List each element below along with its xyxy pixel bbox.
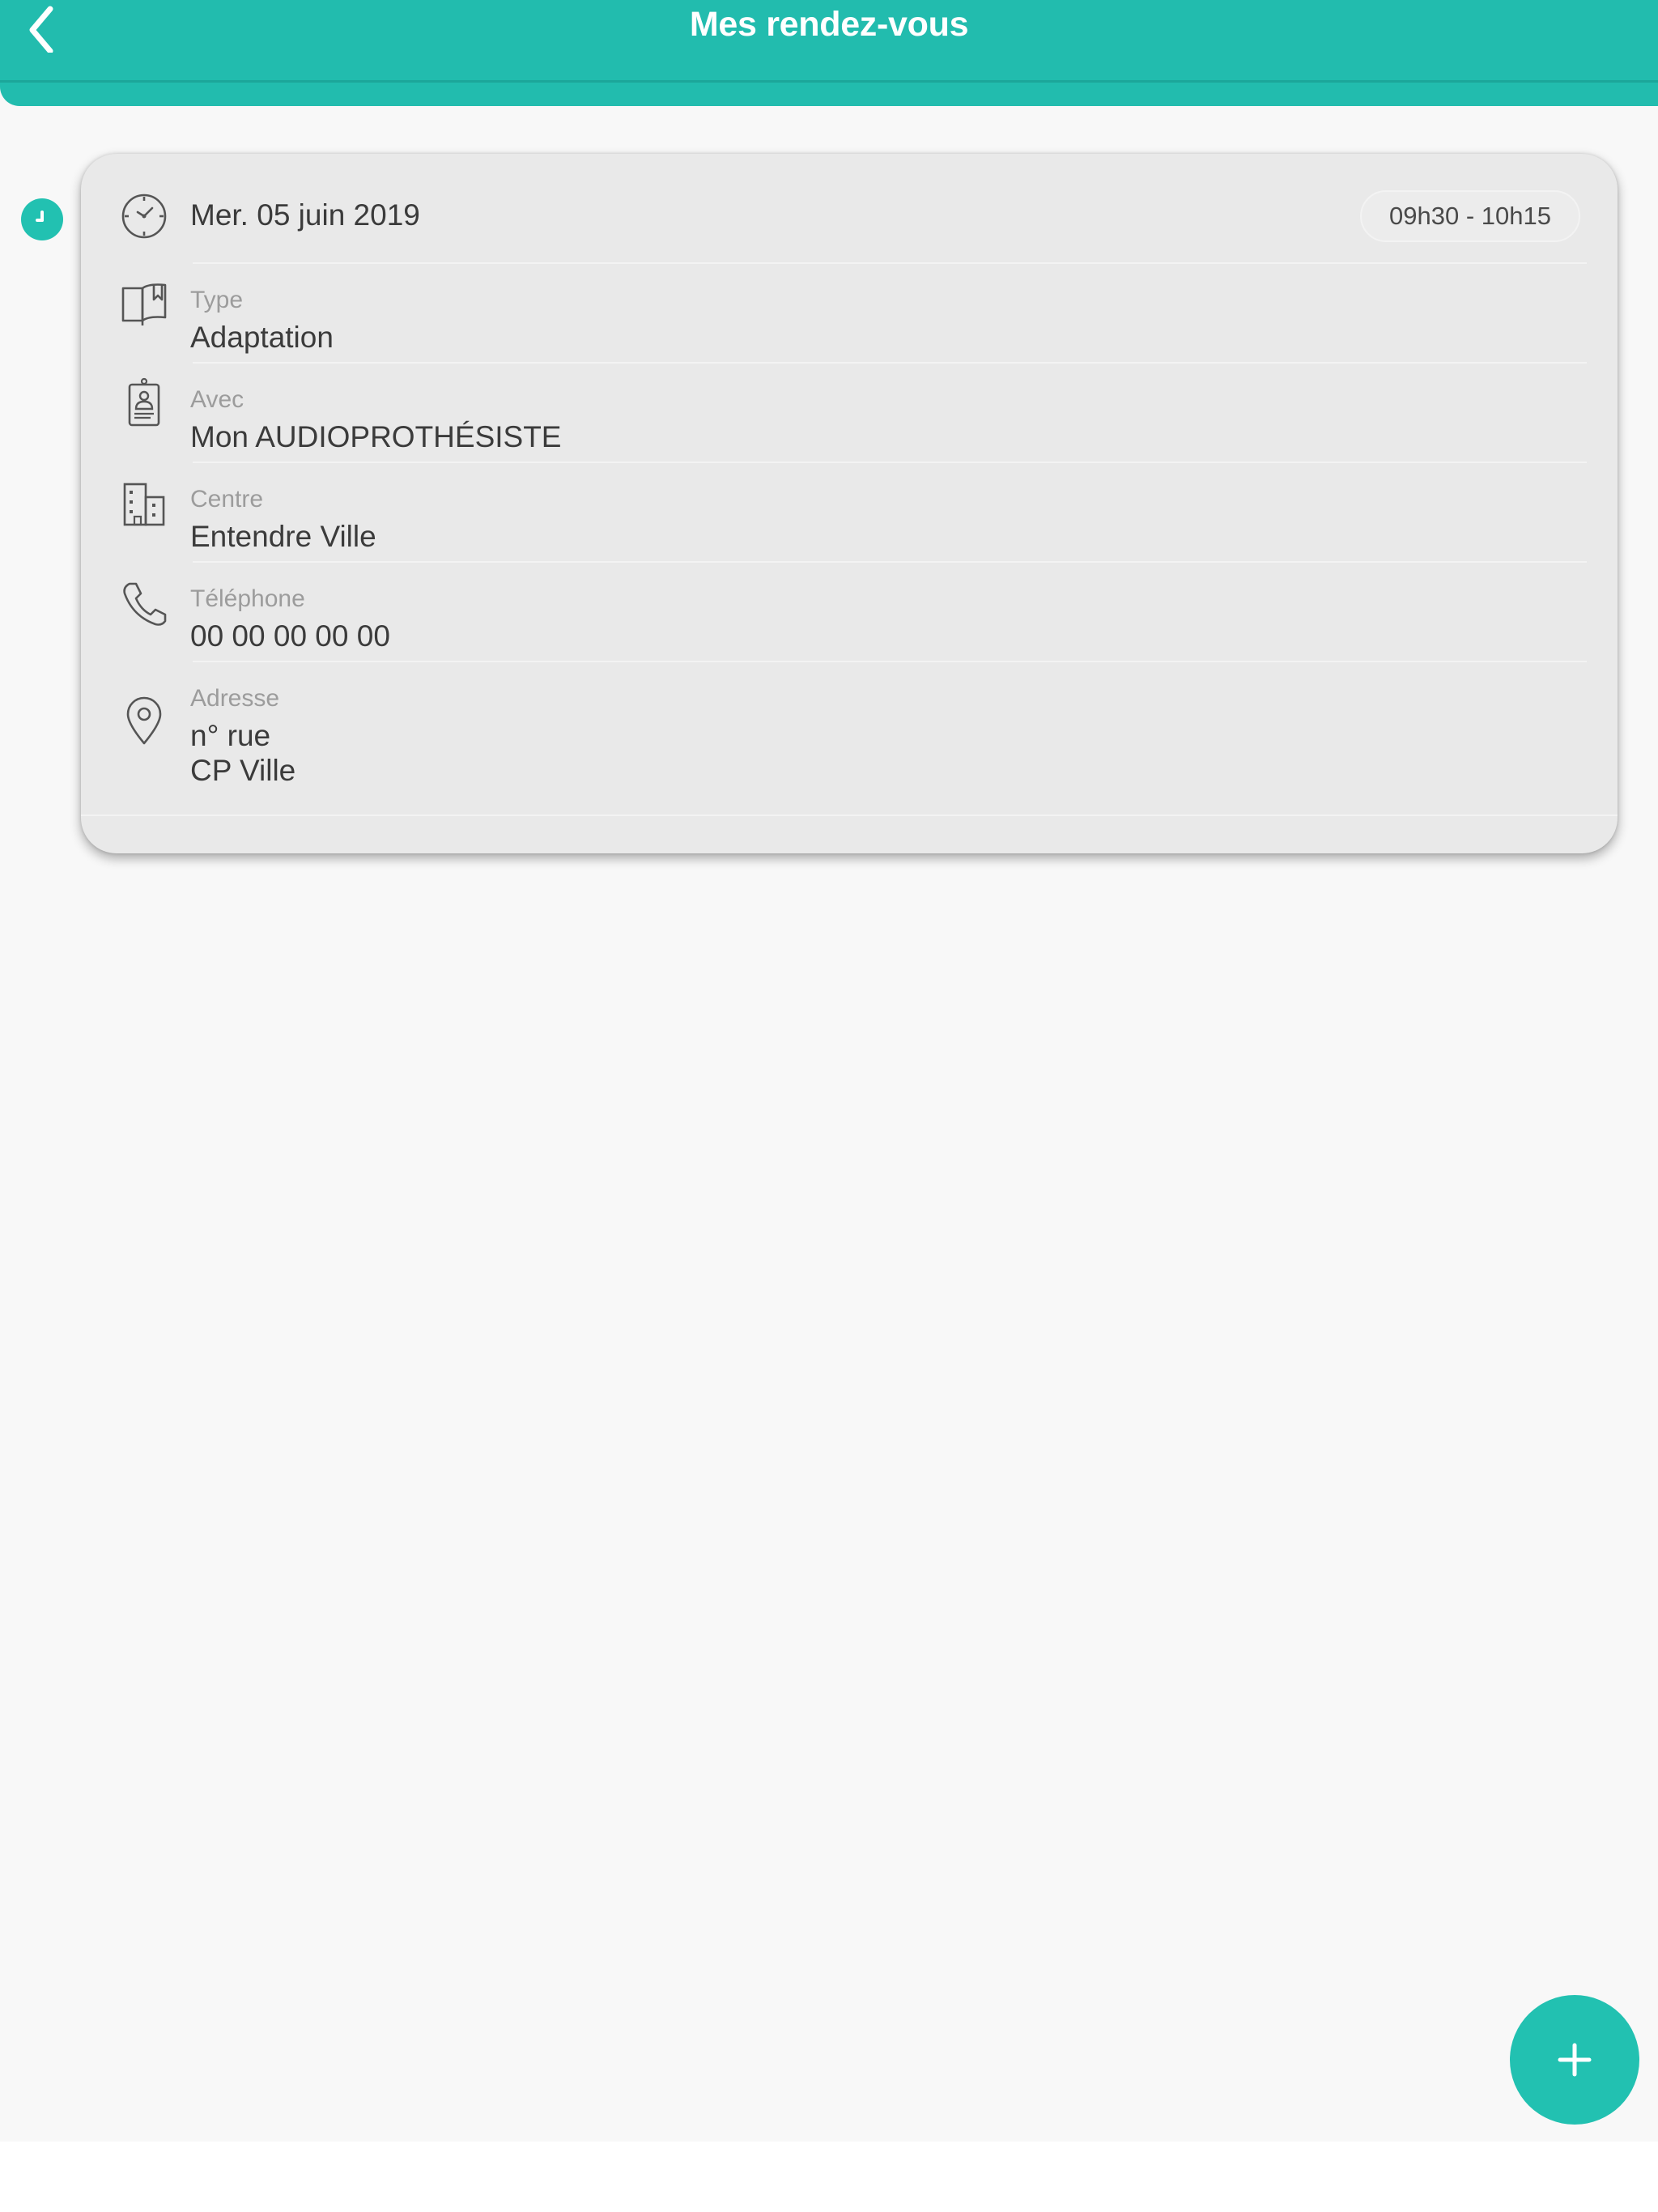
center-label: Centre: [190, 486, 264, 513]
badge-icon: [118, 376, 170, 428]
address-line1[interactable]: n° rue: [190, 719, 270, 753]
phone-label: Téléphone: [190, 585, 305, 612]
type-label: Type: [190, 287, 244, 313]
timeline-clock-icon: [21, 198, 63, 240]
type-value: Adaptation: [190, 321, 334, 354]
app-header: Mes rendez-vous: [0, 0, 1658, 106]
center-value: Entendre Ville: [190, 520, 376, 553]
center-row: Centre Entendre Ville: [81, 463, 1618, 562]
add-appointment-button[interactable]: [1510, 1995, 1639, 2125]
phone-value[interactable]: 00 00 00 00 00: [190, 619, 390, 653]
phone-icon: [118, 577, 170, 629]
plus-icon: [1558, 2043, 1592, 2077]
with-row: Avec Mon AUDIOPROTHÉSISTE: [81, 364, 1618, 462]
phone-row[interactable]: Téléphone 00 00 00 00 00: [81, 563, 1618, 661]
address-label: Adresse: [190, 685, 280, 712]
address-line2[interactable]: CP Ville: [190, 754, 295, 788]
location-pin-icon: [118, 695, 170, 747]
appointment-date: Mer. 05 juin 2019: [190, 198, 420, 232]
address-row[interactable]: Adresse n° rue CP Ville: [81, 662, 1618, 808]
book-icon: [118, 279, 170, 330]
type-row: Type Adaptation: [81, 264, 1618, 363]
date-row: Mer. 05 juin 2019 09h30 - 10h15: [81, 154, 1618, 263]
with-label: Avec: [190, 386, 244, 413]
app-screen: Mes rendez-vous Mer. 05 juin 2019 09h30 …: [0, 0, 1658, 2142]
divider: [81, 815, 1618, 816]
appointment-card[interactable]: Mer. 05 juin 2019 09h30 - 10h15 Type Ada…: [81, 154, 1618, 853]
clock-icon: [118, 190, 170, 242]
time-range-badge: 09h30 - 10h15: [1360, 190, 1580, 242]
header-divider: [0, 80, 1658, 83]
building-icon: [118, 478, 170, 530]
page-title: Mes rendez-vous: [689, 5, 969, 44]
with-value: Mon AUDIOPROTHÉSISTE: [190, 420, 562, 453]
